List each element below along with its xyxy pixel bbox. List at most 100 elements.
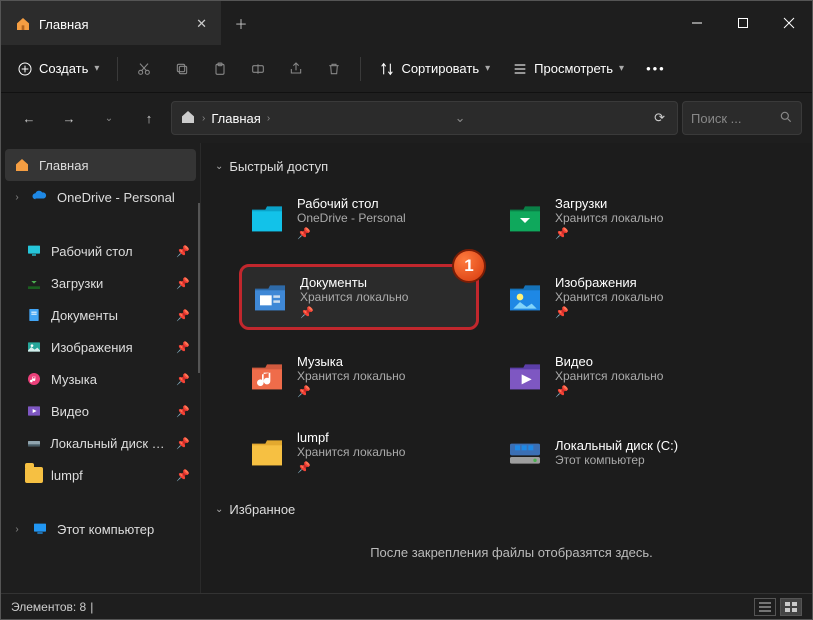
sidebar-item-label: Изображения [51,340,133,355]
annotation-marker: 1 [452,249,486,283]
forward-button[interactable]: → [51,102,87,134]
section-favorites[interactable]: ⌄ Избранное [211,494,812,525]
pin-icon: 📌 [555,385,663,398]
status-count: 8 [80,600,87,614]
quick-item-lumpf[interactable]: lumpf Хранится локально 📌 [239,422,479,482]
quick-item-video[interactable]: Видео Хранится локально 📌 [497,346,737,406]
minimize-button[interactable] [674,1,720,45]
home-icon [180,109,196,128]
sidebar-item-documents[interactable]: Документы 📌 [1,299,200,331]
drive-icon [25,434,42,452]
sort-label: Сортировать [401,61,479,76]
address-bar[interactable]: › Главная › ⌄ ⟳ [171,101,678,135]
chevron-down-icon: ▾ [94,63,99,74]
music-icon [247,356,287,396]
section-title: Избранное [229,502,295,517]
sidebar-item-lumpf[interactable]: lumpf 📌 [1,459,200,491]
close-button[interactable] [766,1,812,45]
section-quick-access[interactable]: ⌄ Быстрый доступ [211,151,812,182]
item-subtitle: Хранится локально [297,445,405,459]
refresh-button[interactable]: ⟳ [650,110,669,126]
titlebar: Главная ✕ ＋ [1,1,812,45]
drive-icon [505,432,545,472]
pin-icon: 📌 [176,341,190,354]
folder-icon [25,466,43,484]
chevron-right-icon: › [202,113,205,124]
tab-close-icon[interactable]: ✕ [196,16,207,32]
sidebar-item-label: Локальный диск (C:) [50,436,168,451]
expand-icon[interactable]: › [11,524,23,535]
item-title: Рабочий стол [297,196,406,211]
sidebar-item-label: lumpf [51,468,83,483]
status-divider: | [90,600,93,614]
expand-icon[interactable]: › [11,192,23,203]
maximize-button[interactable] [720,1,766,45]
up-button[interactable]: ↑ [131,102,167,134]
sidebar-item-label: OneDrive - Personal [57,190,175,205]
address-dropdown[interactable]: ⌄ [453,110,468,126]
sidebar-item-downloads[interactable]: Загрузки 📌 [1,267,200,299]
pin-icon: 📌 [297,385,405,398]
cut-button[interactable] [126,55,162,83]
quick-item-pictures[interactable]: Изображения Хранится локально 📌 [497,264,737,330]
item-title: lumpf [297,430,405,445]
music-icon [25,370,43,388]
share-button[interactable] [278,55,314,83]
main-pane: ⌄ Быстрый доступ Рабочий стол OneDrive -… [201,143,812,593]
sidebar-item-label: Загрузки [51,276,103,291]
item-title: Загрузки [555,196,663,211]
body: Главная › OneDrive - Personal Рабочий ст… [1,143,812,593]
tab-home[interactable]: Главная ✕ [1,1,221,45]
new-tab-button[interactable]: ＋ [221,1,261,45]
more-button[interactable]: ••• [636,55,676,82]
paste-button[interactable] [202,55,238,83]
chevron-down-icon: ▾ [485,63,490,74]
pin-icon: 📌 [176,437,190,450]
details-view-button[interactable] [754,598,776,616]
sidebar-item-label: Главная [39,158,88,173]
sidebar-item-label: Рабочий стол [51,244,133,259]
quick-item-drive-c[interactable]: Локальный диск (C:) Этот компьютер [497,422,737,482]
document-icon [250,277,290,317]
toolbar: Создать ▾ Сортировать ▾ Просмотреть ▾ ••… [1,45,812,93]
search-placeholder: Поиск ... [691,111,741,126]
sidebar-item-home[interactable]: Главная [5,149,196,181]
view-label: Просмотреть [534,61,613,76]
sidebar-item-label: Этот компьютер [57,522,154,537]
recent-button[interactable]: ⌄ [91,102,127,134]
pin-icon: 📌 [176,373,190,386]
back-button[interactable]: ← [11,102,47,134]
document-icon [25,306,43,324]
quick-access-grid: Рабочий стол OneDrive - Personal 📌 Загру… [211,182,812,494]
delete-button[interactable] [316,55,352,83]
view-button[interactable]: Просмотреть ▾ [502,55,634,83]
sidebar-item-pictures[interactable]: Изображения 📌 [1,331,200,363]
item-subtitle: Хранится локально [555,211,663,225]
pin-icon: 📌 [297,227,406,240]
sidebar-item-video[interactable]: Видео 📌 [1,395,200,427]
picture-icon [25,338,43,356]
sidebar-item-thispc[interactable]: › Этот компьютер [1,513,200,545]
copy-button[interactable] [164,55,200,83]
quick-item-desktop[interactable]: Рабочий стол OneDrive - Personal 📌 [239,188,479,248]
search-icon [779,110,793,127]
home-icon [13,156,31,174]
sort-button[interactable]: Сортировать ▾ [369,55,500,83]
breadcrumb-home[interactable]: Главная [211,111,260,126]
quick-item-downloads[interactable]: Загрузки Хранится локально 📌 [497,188,737,248]
quick-item-documents[interactable]: Документы Хранится локально 📌 1 [239,264,479,330]
quick-item-music[interactable]: Музыка Хранится локально 📌 [239,346,479,406]
sidebar-item-music[interactable]: Музыка 📌 [1,363,200,395]
rename-button[interactable] [240,55,276,83]
sidebar-item-desktop[interactable]: Рабочий стол 📌 [1,235,200,267]
sidebar-item-onedrive[interactable]: › OneDrive - Personal [1,181,200,213]
create-button[interactable]: Создать ▾ [7,55,109,83]
item-title: Локальный диск (C:) [555,438,678,453]
sidebar-item-drive-c[interactable]: Локальный диск (C:) 📌 [1,427,200,459]
separator [360,57,361,81]
thumbnails-view-button[interactable] [780,598,802,616]
favorites-empty-text: После закрепления файлы отобразятся здес… [211,525,812,580]
chevron-right-icon: › [267,113,270,124]
search-box[interactable]: Поиск ... [682,101,802,135]
download-icon [25,274,43,292]
